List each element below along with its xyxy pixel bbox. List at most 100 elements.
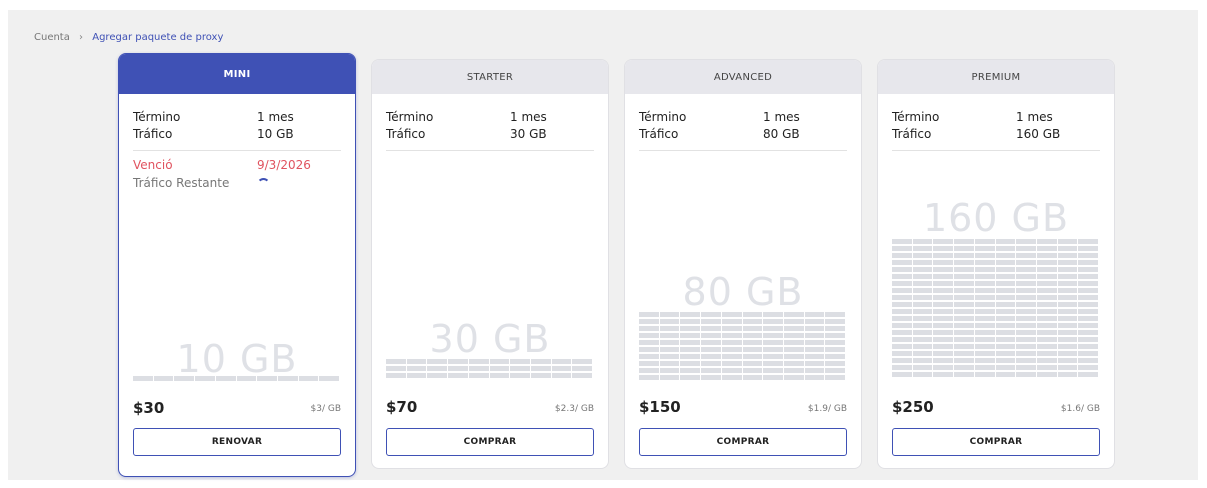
traffic-bar-cell [763, 354, 783, 359]
traffic-bar-cell [639, 312, 659, 317]
breadcrumb-current[interactable]: Agregar paquete de proxy [92, 32, 223, 43]
traffic-bar-cell [974, 295, 995, 300]
traffic-bar-cell [386, 359, 406, 364]
traffic-bar-cell [912, 330, 933, 335]
traffic-bar-cell [1078, 358, 1098, 363]
traffic-bar-cell [1016, 274, 1036, 279]
traffic-bar-cell [1057, 372, 1078, 377]
traffic-bar-cell [912, 351, 933, 356]
traffic-bar-cell [912, 274, 933, 279]
traffic-bar-cell [742, 319, 763, 324]
traffic-bar-cell [1078, 260, 1098, 265]
buy-button[interactable]: COMPRAR [892, 428, 1100, 456]
traffic-bar-cell [974, 274, 995, 279]
traffic-bar-cell [933, 358, 954, 363]
traffic-bar-cell [933, 302, 954, 307]
traffic-bar-cell [995, 358, 1016, 363]
renew-button[interactable]: RENOVAR [133, 428, 341, 456]
traffic-bar-cell [572, 366, 592, 371]
traffic-bar-cell [1036, 365, 1057, 370]
breadcrumb: Cuenta › Agregar paquete de proxy [34, 32, 223, 43]
traffic-bar-cell [659, 347, 680, 352]
plan-card-starter[interactable]: STARTER Término 1 mes Tráfico 30 GB 30 G… [371, 59, 609, 469]
traffic-bar-cell [954, 246, 974, 251]
traffic-bar-cell [215, 376, 236, 381]
buy-button[interactable]: COMPRAR [639, 428, 847, 456]
traffic-bar-cell [1057, 365, 1078, 370]
traffic-bar-cell [995, 344, 1016, 349]
traffic-bar-cell [468, 359, 489, 364]
plan-card-mini[interactable]: MINI Término 1 mes Tráfico 10 GB Venció … [118, 53, 356, 477]
term-value: 1 mes [763, 110, 800, 124]
traffic-bar-cell [639, 361, 659, 366]
traffic-bar-cell [912, 337, 933, 342]
traffic-bar-cell [912, 309, 933, 314]
traffic-bar-cell [1036, 330, 1057, 335]
traffic-bar-cell [1016, 295, 1036, 300]
traffic-bar-cell [530, 366, 551, 371]
traffic-bar-cell [701, 312, 721, 317]
traffic-bar-cell [1078, 274, 1098, 279]
traffic-bar-cell [763, 361, 783, 366]
traffic-bar-cell [1016, 337, 1036, 342]
traffic-bar-cell [1078, 288, 1098, 293]
buy-button[interactable]: COMPRAR [386, 428, 594, 456]
traffic-bar-cell [1078, 267, 1098, 272]
traffic-bar-cell [995, 337, 1016, 342]
traffic-bar-cell [912, 372, 933, 377]
traffic-bar-cell [933, 267, 954, 272]
traffic-bar-cell [701, 368, 721, 373]
traffic-bar-cell [974, 358, 995, 363]
expired-value: 9/3/2026 [257, 158, 311, 172]
traffic-bar-cell [763, 347, 783, 352]
traffic-value: 80 GB [763, 127, 800, 141]
traffic-bar-cell [892, 323, 912, 328]
traffic-bar-cell [954, 358, 974, 363]
term-row: Término 1 mes [386, 110, 594, 124]
traffic-bar-cell [763, 340, 783, 345]
traffic-bar-cell [892, 246, 912, 251]
traffic-bars [133, 376, 339, 381]
traffic-bar-cell [530, 373, 551, 378]
traffic-bar-cell [680, 368, 701, 373]
traffic-bar-cell [892, 288, 912, 293]
traffic-bar-cell [659, 354, 680, 359]
traffic-bar-cell [1078, 372, 1098, 377]
traffic-bar-cell [783, 319, 804, 324]
traffic-bars [892, 239, 1098, 377]
traffic-bar-cell [995, 372, 1016, 377]
breadcrumb-root[interactable]: Cuenta [34, 32, 70, 43]
traffic-bar-cell [1078, 253, 1098, 258]
traffic-bars [639, 312, 845, 380]
traffic-bar-cell [1016, 372, 1036, 377]
traffic-bar-cell [1016, 358, 1036, 363]
traffic-bar-cell [974, 239, 995, 244]
plan-card-premium[interactable]: PREMIUM Término 1 mes Tráfico 160 GB 160… [877, 59, 1115, 469]
traffic-bar-cell [974, 309, 995, 314]
traffic-bar-cell [1016, 281, 1036, 286]
traffic-bar-cell [572, 359, 592, 364]
traffic-bar-cell [1057, 309, 1078, 314]
traffic-row: Tráfico 10 GB [133, 127, 341, 141]
traffic-bar-cell [1057, 267, 1078, 272]
traffic-bar-cell [892, 267, 912, 272]
traffic-bar-cell [933, 372, 954, 377]
traffic-bar-cell [1016, 351, 1036, 356]
traffic-bar-cell [427, 373, 448, 378]
traffic-bar-cell [933, 295, 954, 300]
plan-card-advanced[interactable]: ADVANCED Término 1 mes Tráfico 80 GB 80 … [624, 59, 862, 469]
traffic-bar-cell [510, 373, 530, 378]
page-background: Cuenta › Agregar paquete de proxy MINI T… [8, 10, 1198, 480]
traffic-bar-cell [277, 376, 298, 381]
traffic-bar-cell [954, 337, 974, 342]
gb-display: 80 GB [682, 270, 804, 314]
traffic-bar-cell [468, 366, 489, 371]
traffic-bar-cell [530, 359, 551, 364]
traffic-bar-cell [1036, 351, 1057, 356]
traffic-bar-cell [489, 366, 510, 371]
traffic-bar-cell [1057, 281, 1078, 286]
traffic-bar-cell [680, 333, 701, 338]
traffic-bar-cell [974, 267, 995, 272]
traffic-bar-cell [892, 253, 912, 258]
traffic-bar-cell [701, 319, 721, 324]
